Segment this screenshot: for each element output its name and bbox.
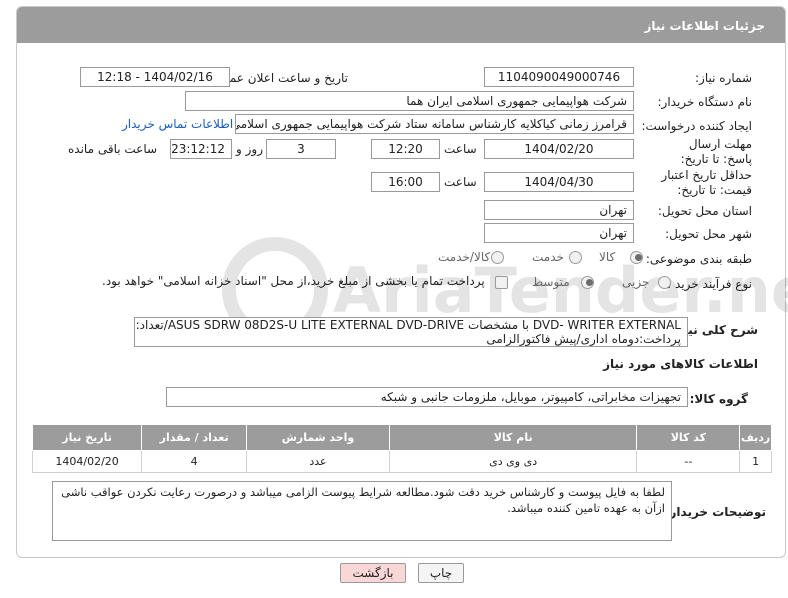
process-radio-minor[interactable]	[658, 276, 671, 292]
process-option-medium: متوسط	[532, 275, 570, 289]
province-label: استان محل تحویل:	[657, 204, 752, 218]
cell-unit: عدد	[246, 450, 390, 473]
category-label: طبقه بندی موضوعی:	[645, 252, 752, 266]
remaining-time-field: 23:12:12	[170, 139, 232, 159]
process-label: نوع فرآیند خرید :	[667, 277, 752, 291]
deadline-time-field: 12:20	[371, 139, 440, 159]
deadline-time-label: ساعت	[444, 142, 477, 156]
cell-need-date: 1404/02/20	[31, 450, 143, 473]
category-option-goods: کالا	[599, 250, 616, 264]
validity-time-field: 16:00	[371, 172, 440, 192]
creator-label: ایجاد کننده درخواست:	[641, 119, 752, 133]
col-header-quantity: تعداد / مقدار	[141, 424, 248, 451]
summary-line-1: DVD- WRITER EXTERNAL با مشخصات ASUS SDRW…	[135, 318, 681, 332]
need-number-label: شماره نیاز:	[695, 71, 752, 85]
buyer-org-label: نام دستگاه خریدار:	[657, 95, 753, 109]
col-header-need-date: تاریخ نیاز	[31, 424, 143, 451]
table-header-row: ردیف کد کالا نام کالا واحد شمارش تعداد /…	[31, 424, 772, 451]
cell-quantity: 4	[141, 450, 248, 473]
summary-field[interactable]: DVD- WRITER EXTERNAL با مشخصات ASUS SDRW…	[134, 317, 688, 347]
need-number-field: 1104090049000746	[484, 67, 634, 87]
category-option-service: خدمت	[532, 250, 564, 264]
panel-title: جزئیات اطلاعات نیاز	[17, 7, 785, 43]
col-header-row-number: ردیف	[739, 424, 772, 451]
contact-info-link[interactable]: اطلاعات تماس خریدار	[122, 117, 233, 131]
city-field: تهران	[484, 223, 634, 243]
goods-group-field: تجهیزات مخابراتی، کامپیوتر، موبایل، ملزو…	[166, 387, 688, 407]
announce-field: 1404/02/16 - 12:18	[80, 67, 230, 87]
col-header-item-name: نام کالا	[388, 424, 638, 451]
process-option-minor: جزیی	[622, 275, 650, 289]
payment-checkbox[interactable]	[495, 276, 508, 292]
remaining-label: ساعت باقی مانده	[68, 142, 158, 156]
days-field: 3	[266, 139, 336, 159]
items-table: ردیف کد کالا نام کالا واحد شمارش تعداد /…	[31, 424, 772, 473]
buyer-org-field: شرکت هواپیمایی جمهوری اسلامی ایران هما	[185, 91, 634, 111]
table-row: 1 -- دی وی دی عدد 4 1404/02/20	[31, 450, 772, 473]
category-radio-both[interactable]	[491, 251, 504, 267]
print-button[interactable]: چاپ	[418, 563, 464, 583]
cell-item-code: --	[636, 450, 741, 473]
col-header-unit: واحد شمارش	[246, 424, 390, 451]
goods-info-title: اطلاعات کالاهای مورد نیاز	[603, 357, 758, 371]
process-radio-medium[interactable]	[581, 276, 594, 292]
days-label: روز و	[236, 142, 263, 156]
deadline-label: مهلت ارسال پاسخ: تا تاریخ:	[680, 137, 752, 166]
category-radio-service[interactable]	[569, 251, 582, 267]
deadline-date-field: 1404/02/20	[484, 139, 634, 159]
goods-group-label: گروه کالا:	[689, 392, 748, 406]
validity-date-field: 1404/04/30	[484, 172, 634, 192]
summary-line-2: پرداخت:دوماه اداری/پیش فاکتورالزامی	[486, 332, 681, 346]
validity-label: حداقل تاریخ اعتبار قیمت: تا تاریخ:	[661, 168, 752, 197]
city-label: شهر محل تحویل:	[665, 227, 752, 241]
creator-field: قرامرز زمانی کیاکلایه کارشناس سامانه ستا…	[235, 114, 634, 134]
payment-note: پرداخت تمام یا بخشی از مبلغ خرید،از محل …	[102, 274, 485, 288]
back-button[interactable]: بازگشت	[340, 563, 406, 583]
province-field: تهران	[484, 200, 634, 220]
buyer-notes-label: توضیحات خریدار:	[664, 505, 766, 519]
cell-row-number: 1	[739, 450, 772, 473]
col-header-item-code: کد کالا	[636, 424, 741, 451]
category-option-both: کالا/خدمت	[438, 250, 491, 264]
buyer-notes-field[interactable]: لطفا به فایل پیوست و کارشناس خرید دقت شو…	[52, 481, 672, 541]
cell-item-name: دی وی دی	[388, 450, 638, 473]
category-radio-goods[interactable]	[630, 251, 643, 267]
validity-time-label: ساعت	[444, 175, 477, 189]
